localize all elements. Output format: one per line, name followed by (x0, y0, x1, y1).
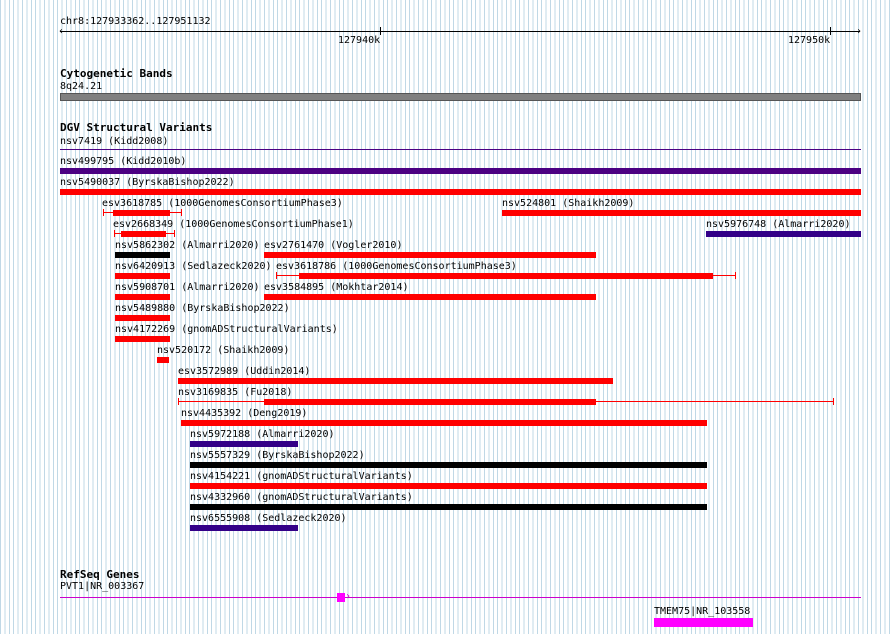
variant-label[interactable]: nsv6420913 (Sedlazeck2020) (115, 261, 272, 272)
cytoband-label[interactable]: 8q24.21 (60, 81, 102, 92)
variant-label[interactable]: esv2668349 (1000GenomesConsortiumPhase1) (113, 219, 354, 230)
dgv-track-title[interactable]: DGV Structural Variants (60, 121, 212, 134)
variant-feature[interactable] (299, 273, 713, 279)
variant-feature[interactable] (121, 231, 166, 237)
variant-label[interactable]: esv3584895 (Mokhtar2014) (264, 282, 409, 293)
ruler-tick-label: 127940k (338, 35, 381, 46)
gene-exon[interactable] (337, 593, 345, 602)
variant-feature-cap (833, 398, 834, 405)
variant-label[interactable]: nsv5908701 (Almarri2020) (115, 282, 260, 293)
variant-feature[interactable] (264, 294, 596, 300)
variant-label[interactable]: nsv499795 (Kidd2010b) (60, 156, 186, 167)
variant-label[interactable]: nsv4154221 (gnomADStructuralVariants) (190, 471, 413, 482)
variant-feature[interactable] (264, 252, 596, 258)
variant-feature-cap (103, 209, 104, 216)
gene-label[interactable]: TMEM75|NR_103558 (654, 606, 750, 617)
variant-feature-cap (276, 272, 277, 279)
variant-feature[interactable] (181, 420, 707, 426)
variant-feature[interactable] (157, 357, 169, 363)
variant-label[interactable]: nsv5489880 (ByrskaBishop2022) (115, 303, 290, 314)
gene-label[interactable]: PVT1|NR_003367 (60, 581, 144, 592)
variant-feature[interactable] (60, 168, 861, 174)
variant-feature[interactable] (190, 504, 707, 510)
variant-label[interactable]: esv3618786 (1000GenomesConsortiumPhase3) (276, 261, 517, 272)
gene-intron-line[interactable] (60, 597, 861, 598)
variant-label[interactable]: esv3572989 (Uddin2014) (178, 366, 310, 377)
variant-feature-cap (735, 272, 736, 279)
variant-feature-cap (174, 230, 175, 237)
strand-arrow-icon: › (345, 591, 352, 602)
variant-feature[interactable] (115, 273, 170, 279)
variant-feature[interactable] (60, 149, 861, 150)
variant-feature[interactable] (113, 210, 170, 216)
ruler-major-tick (380, 27, 381, 35)
variant-feature[interactable] (115, 336, 170, 342)
variant-feature[interactable] (706, 231, 861, 237)
variant-label[interactable]: nsv3169835 (Fu2018) (178, 387, 292, 398)
ruler-location: chr8:127933362..127951132 (60, 16, 211, 27)
variant-label[interactable]: nsv524801 (Shaikh2009) (502, 198, 634, 209)
variant-feature[interactable] (115, 252, 170, 258)
variant-label[interactable]: nsv520172 (Shaikh2009) (157, 345, 289, 356)
variant-feature[interactable] (60, 189, 861, 195)
variant-feature[interactable] (115, 294, 170, 300)
variant-feature[interactable] (190, 462, 707, 468)
ruler-right-arrow-icon[interactable]: › (856, 26, 862, 37)
variant-feature[interactable] (502, 210, 861, 216)
ruler-left-arrow-icon[interactable]: ‹ (58, 26, 64, 37)
variant-feature[interactable] (190, 441, 298, 447)
variant-label[interactable]: nsv5972188 (Almarri2020) (190, 429, 335, 440)
variant-feature-cap (181, 209, 182, 216)
variant-label[interactable]: nsv5862302 (Almarri2020) (115, 240, 260, 251)
variant-label[interactable]: nsv5490037 (ByrskaBishop2022) (60, 177, 235, 188)
ruler-major-tick (830, 27, 831, 35)
ruler-tick-label: 127950k (788, 35, 831, 46)
variant-label[interactable]: nsv6555908 (Sedlazeck2020) (190, 513, 347, 524)
variant-label[interactable]: nsv4332960 (gnomADStructuralVariants) (190, 492, 413, 503)
cytoband-bar[interactable] (60, 93, 861, 101)
variant-feature-cap (114, 230, 115, 237)
cytoband-track-title[interactable]: Cytogenetic Bands (60, 67, 173, 80)
variant-label[interactable]: nsv7419 (Kidd2008) (60, 136, 168, 147)
variant-feature[interactable] (190, 483, 707, 489)
refseq-track-title[interactable]: RefSeq Genes (60, 568, 139, 581)
variant-feature[interactable] (264, 399, 596, 405)
variant-label[interactable]: esv3618785 (1000GenomesConsortiumPhase3) (102, 198, 343, 209)
variant-feature[interactable] (190, 525, 298, 531)
variant-feature[interactable] (178, 378, 613, 384)
variant-label[interactable]: nsv5976748 (Almarri2020) (706, 219, 851, 230)
variant-feature-cap (178, 398, 179, 405)
variant-label[interactable]: nsv5557329 (ByrskaBishop2022) (190, 450, 365, 461)
variant-label[interactable]: nsv4435392 (Deng2019) (181, 408, 307, 419)
variant-label[interactable]: nsv4172269 (gnomADStructuralVariants) (115, 324, 338, 335)
variant-label[interactable]: esv2761470 (Vogler2010) (264, 240, 402, 251)
variant-feature[interactable] (115, 315, 170, 321)
gene-exon[interactable] (654, 618, 753, 627)
ruler-axis (60, 31, 860, 32)
